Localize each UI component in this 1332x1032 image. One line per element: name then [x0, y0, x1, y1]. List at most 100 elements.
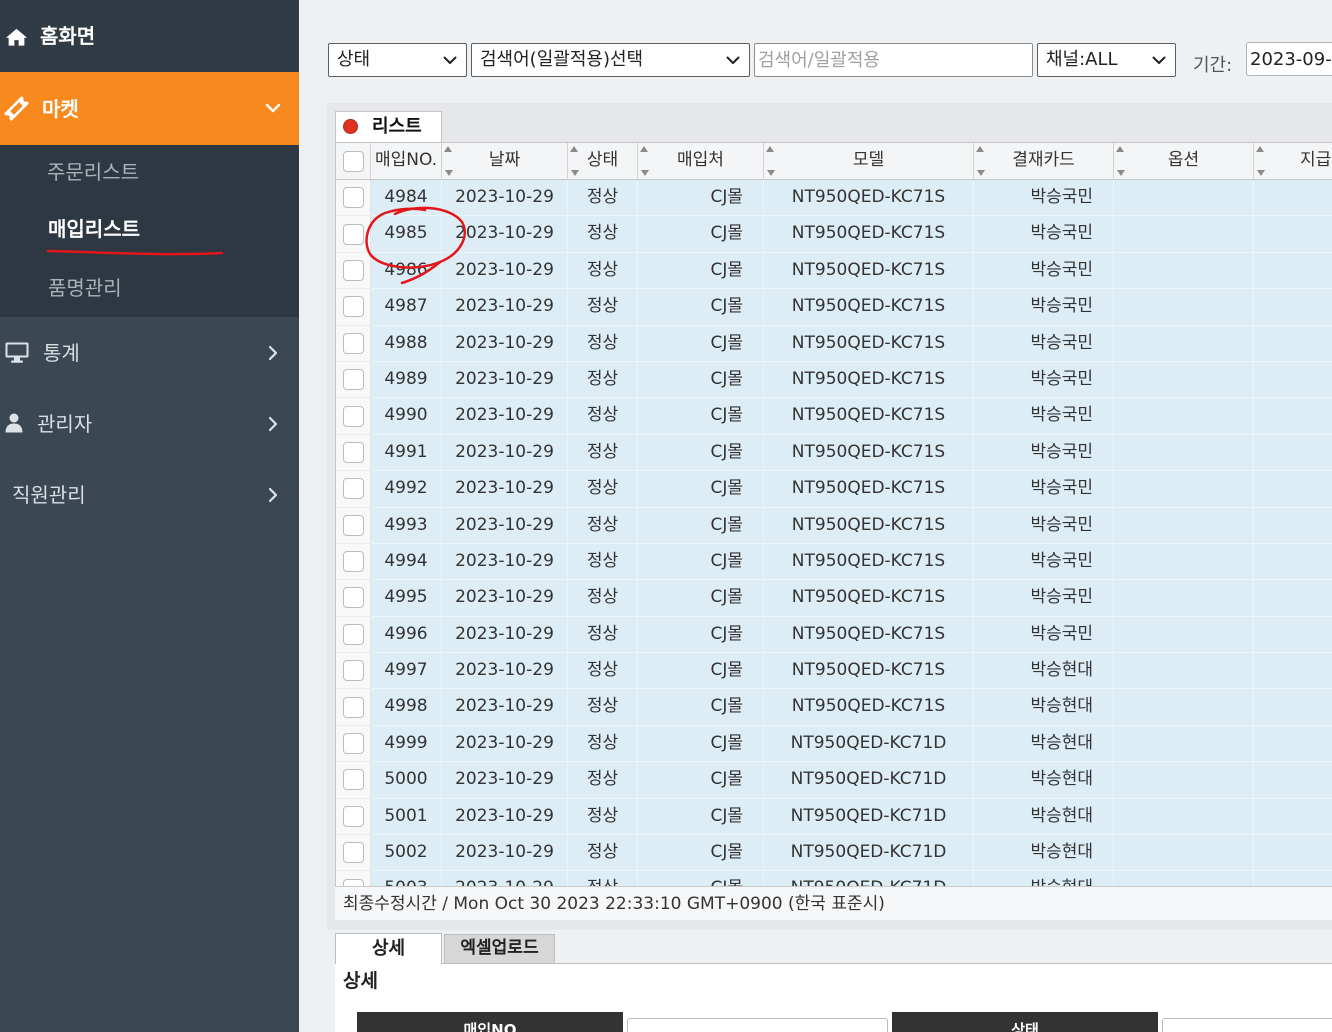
cell-vendor[interactable]: CJ몰 [638, 361, 764, 399]
cell-card[interactable]: 박승현대 [974, 871, 1114, 886]
cell-card[interactable]: 박승국민 [974, 252, 1114, 290]
status-field[interactable] [1162, 1018, 1332, 1032]
cell-model[interactable]: NT950QED-KC71S [764, 543, 974, 581]
cell-option[interactable] [1114, 216, 1254, 253]
table-row[interactable]: 4997 2023-10-29 정상 CJ몰 NT950QED-KC71S 박승현대 [335, 653, 1332, 690]
row-checkbox[interactable] [342, 223, 364, 245]
table-row[interactable]: 4990 2023-10-29 정상 CJ몰 NT950QED-KC71S 박승국민 [335, 398, 1332, 435]
cell-status[interactable]: 정상 [568, 725, 638, 763]
cell-model[interactable]: NT950QED-KC71D [764, 871, 974, 886]
cell-pay-date[interactable] [1254, 361, 1332, 399]
cell-model[interactable]: NT950QED-KC71S [764, 653, 974, 690]
row-checkbox[interactable] [342, 369, 364, 391]
row-checkbox[interactable] [342, 623, 364, 645]
cell-status[interactable]: 정상 [568, 361, 638, 399]
row-checkbox[interactable] [342, 660, 364, 682]
table-row[interactable]: 5000 2023-10-29 정상 CJ몰 NT950QED-KC71D 박승현대 [335, 762, 1332, 799]
cell-vendor[interactable]: CJ몰 [638, 798, 764, 836]
cell-pay-date[interactable] [1254, 216, 1332, 253]
cell-vendor[interactable]: CJ몰 [638, 616, 764, 654]
cell-date[interactable]: 2023-10-29 [442, 616, 568, 654]
cell-option[interactable] [1114, 762, 1254, 799]
cell-date[interactable]: 2023-10-29 [442, 835, 568, 872]
tab-list[interactable]: 리스트 [335, 111, 442, 143]
cell-model[interactable]: NT950QED-KC71S [764, 616, 974, 654]
cell-purchase-no[interactable]: 5001 [371, 798, 442, 836]
cell-model[interactable]: NT950QED-KC71D [764, 762, 974, 799]
cell-card[interactable]: 박승현대 [974, 653, 1114, 690]
cell-status[interactable]: 정상 [568, 434, 638, 472]
table-row[interactable]: 5001 2023-10-29 정상 CJ몰 NT950QED-KC71D 박승현대 [335, 798, 1332, 836]
cell-date[interactable]: 2023-10-29 [442, 871, 568, 886]
cell-option[interactable] [1114, 252, 1254, 290]
row-checkbox[interactable] [342, 187, 364, 209]
cell-pay-date[interactable] [1254, 616, 1332, 654]
search-input[interactable] [754, 43, 1033, 77]
cell-option[interactable] [1114, 398, 1254, 435]
cell-card[interactable]: 박승국민 [974, 180, 1114, 217]
cell-pay-date[interactable] [1254, 398, 1332, 435]
cell-status[interactable]: 정상 [568, 616, 638, 654]
cell-card[interactable]: 박승현대 [974, 689, 1114, 726]
search-field-select[interactable]: 검색어(일괄적용)선택 [471, 43, 750, 77]
cell-pay-date[interactable] [1254, 798, 1332, 836]
cell-option[interactable] [1114, 471, 1254, 508]
table-row[interactable]: 4993 2023-10-29 정상 CJ몰 NT950QED-KC71S 박승국민 [335, 507, 1332, 544]
table-row[interactable]: 4998 2023-10-29 정상 CJ몰 NT950QED-KC71S 박승현대 [335, 689, 1332, 726]
cell-model[interactable]: NT950QED-KC71S [764, 252, 974, 290]
cell-date[interactable]: 2023-10-29 [442, 216, 568, 253]
tab-detail[interactable]: 상세 [335, 933, 442, 964]
row-checkbox[interactable] [342, 842, 364, 864]
cell-option[interactable] [1114, 798, 1254, 836]
row-checkbox[interactable] [342, 587, 364, 609]
row-checkbox[interactable] [342, 405, 364, 427]
cell-model[interactable]: NT950QED-KC71S [764, 289, 974, 326]
row-checkbox[interactable] [342, 733, 364, 755]
column-header-option[interactable]: 옵션 [1114, 143, 1254, 180]
cell-pay-date[interactable] [1254, 543, 1332, 581]
table-row[interactable]: 5002 2023-10-29 정상 CJ몰 NT950QED-KC71D 박승현대 [335, 835, 1332, 872]
cell-card[interactable]: 박승국민 [974, 543, 1114, 581]
cell-purchase-no[interactable]: 4994 [371, 543, 442, 581]
cell-card[interactable]: 박승국민 [974, 325, 1114, 362]
cell-vendor[interactable]: CJ몰 [638, 471, 764, 508]
cell-pay-date[interactable] [1254, 252, 1332, 290]
table-row[interactable]: 4992 2023-10-29 정상 CJ몰 NT950QED-KC71S 박승국민 [335, 471, 1332, 508]
cell-purchase-no[interactable]: 4998 [371, 689, 442, 726]
table-row[interactable]: 4989 2023-10-29 정상 CJ몰 NT950QED-KC71S 박승국민 [335, 361, 1332, 399]
cell-purchase-no[interactable]: 4999 [371, 725, 442, 763]
period-start-input[interactable] [1246, 42, 1332, 76]
cell-status[interactable]: 정상 [568, 762, 638, 799]
cell-pay-date[interactable] [1254, 471, 1332, 508]
cell-date[interactable]: 2023-10-29 [442, 798, 568, 836]
cell-vendor[interactable]: CJ몰 [638, 835, 764, 872]
cell-pay-date[interactable] [1254, 325, 1332, 362]
cell-date[interactable]: 2023-10-29 [442, 434, 568, 472]
cell-option[interactable] [1114, 689, 1254, 726]
cell-pay-date[interactable] [1254, 725, 1332, 763]
cell-pay-date[interactable] [1254, 871, 1332, 886]
cell-date[interactable]: 2023-10-29 [442, 689, 568, 726]
cell-date[interactable]: 2023-10-29 [442, 471, 568, 508]
cell-vendor[interactable]: CJ몰 [638, 216, 764, 253]
cell-vendor[interactable]: CJ몰 [638, 252, 764, 290]
cell-date[interactable]: 2023-10-29 [442, 580, 568, 617]
sidebar-item-stats[interactable]: 통계 [0, 317, 299, 388]
table-row[interactable]: 4991 2023-10-29 정상 CJ몰 NT950QED-KC71S 박승국민 [335, 434, 1332, 472]
table-row[interactable]: 4996 2023-10-29 정상 CJ몰 NT950QED-KC71S 박승국민 [335, 616, 1332, 654]
row-checkbox[interactable] [342, 696, 364, 718]
cell-date[interactable]: 2023-10-29 [442, 289, 568, 326]
column-header-model[interactable]: 모델 [764, 143, 974, 180]
row-checkbox[interactable] [342, 296, 364, 318]
cell-model[interactable]: NT950QED-KC71S [764, 398, 974, 435]
cell-option[interactable] [1114, 434, 1254, 472]
cell-card[interactable]: 박승국민 [974, 471, 1114, 508]
channel-select[interactable]: 채널:ALL [1037, 43, 1176, 77]
cell-vendor[interactable]: CJ몰 [638, 398, 764, 435]
row-checkbox[interactable] [342, 332, 364, 354]
cell-pay-date[interactable] [1254, 507, 1332, 544]
cell-status[interactable]: 정상 [568, 835, 638, 872]
cell-model[interactable]: NT950QED-KC71D [764, 798, 974, 836]
cell-option[interactable] [1114, 871, 1254, 886]
cell-date[interactable]: 2023-10-29 [442, 725, 568, 763]
